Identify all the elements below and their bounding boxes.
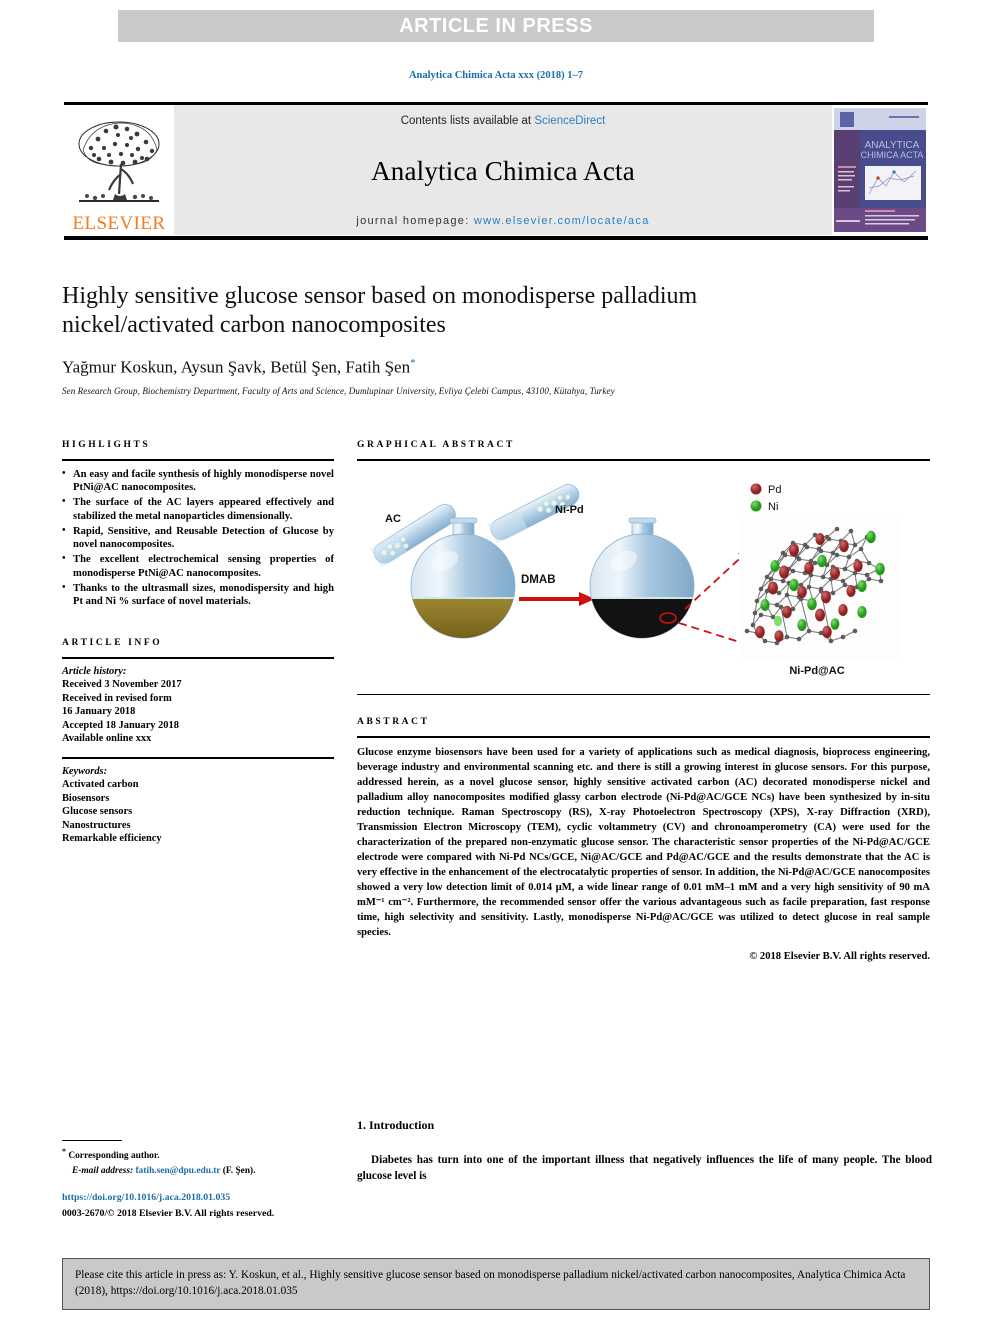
keyword-item: Nanostructures [62,819,131,831]
synthesis-scheme-diagram: AC Ni-Pd DMAB Pd Ni Ni-Pd@AC [370,483,899,677]
footnote-marker: * [62,1147,66,1156]
svg-text:CHIMICA ACTA: CHIMICA ACTA [861,150,924,160]
list-item: Thanks to the ultrasmall sizes, monodisp… [62,581,334,610]
article-history-block: Article history: Received 3 November 201… [62,665,334,746]
affiliation: Sen Research Group, Biochemistry Departm… [62,386,615,397]
flask-after [589,517,695,639]
legend-ni: Ni [750,500,778,513]
journal-homepage-line: journal homepage: www.elsevier.com/locat… [356,215,649,227]
list-item: Rapid, Sensitive, and Reusable Detection… [62,524,334,553]
history-line: Available online xxx [62,733,152,745]
introduction-heading: 1. Introduction [357,1118,435,1132]
article-info-section: ARTICLE INFO Article history: Received 3… [62,638,334,845]
highlights-rule [62,459,334,461]
keyword-item: Activated carbon [62,779,139,791]
article-info-rule [62,657,334,659]
contents-available-line: Contents lists available at ScienceDirec… [401,115,606,127]
svg-text:Ni: Ni [768,501,778,513]
homepage-prefix: journal homepage: [356,215,474,227]
corresponding-author-marker: * [410,356,416,369]
masthead-center: Contents lists available at ScienceDirec… [174,105,832,235]
abstract-rule [357,736,930,738]
title-block: Highly sensitive glucose sensor based on… [62,282,930,396]
introduction-body: Diabetes has turn into one of the import… [357,1154,932,1183]
abstract-copyright: © 2018 Elsevier B.V. All rights reserved… [749,950,930,962]
label-dmab: DMAB [521,574,556,586]
doi-link[interactable]: https://doi.org/10.1016/j.aca.2018.01.03… [62,1190,392,1206]
history-line: Received in revised form [62,692,172,704]
elsevier-logo: ELSEVIER [64,105,174,235]
history-line: Received 3 November 2017 [62,679,182,691]
keyword-item: Remarkable efficiency [62,833,162,845]
corresponding-author-note: * Corresponding author. [62,1146,352,1164]
keyword-item: Biosensors [62,792,110,804]
running-head: Analytica Chimica Acta xxx (2018) 1–7 [408,70,584,81]
history-line: Accepted 18 January 2018 [62,719,179,731]
left-column: HIGHLIGHTS An easy and facile synthesis … [62,440,334,846]
label-nipd: Ni-Pd [555,504,584,516]
highlights-list: An easy and facile synthesis of highly m… [62,467,334,610]
keywords-block: Keywords: Activated carbon Biosensors Gl… [62,765,334,846]
journal-title: Analytica Chimica Acta [371,155,635,186]
footnote-rule [62,1140,122,1142]
graphical-abstract-rule [357,459,930,461]
elsevier-tree-icon [78,121,160,202]
label-product: Ni-Pd@AC [789,665,844,677]
label-ac: AC [385,513,401,525]
elsevier-wordmark: ELSEVIER [72,213,166,234]
masthead-bottom-rule [64,236,928,240]
page-title: Highly sensitive glucose sensor based on… [62,283,698,339]
abstract-heading: ABSTRACT [357,717,430,728]
highlights-section: HIGHLIGHTS An easy and facile synthesis … [62,440,334,609]
highlights-heading: HIGHLIGHTS [62,440,151,450]
list-item: An easy and facile synthesis of highly m… [62,467,334,496]
email-suffix: (F. Şen). [222,1165,256,1176]
graphical-abstract-figure: AC Ni-Pd DMAB Pd Ni Ni-Pd@AC [357,473,930,688]
article-history-label: Article history: [62,665,127,677]
article-in-press-banner: ARTICLE IN PRESS [118,10,874,42]
journal-cover-image: ANALYTICA CHIMICA ACTA [834,108,926,232]
graphical-abstract-section: GRAPHICAL ABSTRACT AC Ni-Pd DMAB Pd Ni N… [357,440,930,696]
journal-cover-thumbnail: ANALYTICA CHIMICA ACTA [832,105,928,235]
list-item: The surface of the AC layers appeared ef… [62,495,334,524]
list-item: The excellent electrochemical sensing pr… [62,552,334,581]
reaction-arrow-icon [519,591,595,606]
footnote-block: * Corresponding author. E-mail address: … [62,1146,352,1178]
right-column: GRAPHICAL ABSTRACT AC Ni-Pd DMAB Pd Ni N… [357,440,930,962]
issn-copyright-line: 0003-2670/© 2018 Elsevier B.V. All right… [62,1207,275,1219]
email-label: E-mail address: [72,1165,134,1176]
article-in-press-label: ARTICLE IN PRESS [399,14,593,37]
doi-block: https://doi.org/10.1016/j.aca.2018.01.03… [62,1190,392,1221]
sciencedirect-link[interactable]: ScienceDirect [534,115,605,127]
author-list: Yağmur Koskun, Aysun Şavk, Betül Şen, Fa… [62,357,930,378]
keywords-rule [62,756,334,759]
abstract-section: ABSTRACT Glucose enzyme biosensors have … [357,717,930,962]
contents-prefix: Contents lists available at [400,115,535,127]
citation-box: Please cite this article in press as: Y.… [62,1258,930,1310]
journal-masthead: ELSEVIER Contents lists available at Sci… [64,105,928,235]
article-info-heading: ARTICLE INFO [62,638,163,649]
abstract-body: Glucose enzyme biosensors have been used… [357,746,931,939]
legend-pd: Pd [750,483,781,496]
journal-homepage-url[interactable]: www.elsevier.com/locate/aca [474,215,650,227]
corresponding-author-text: Corresponding author. [68,1151,160,1162]
keywords-label: Keywords: [62,765,108,777]
nanocomposite-structure [739,518,899,659]
email-note: E-mail address: fatih.sen@dpu.edu.tr (F.… [62,1164,352,1179]
graphical-abstract-heading: GRAPHICAL ABSTRACT [357,440,515,450]
email-link[interactable]: fatih.sen@dpu.edu.tr [136,1166,221,1176]
history-line: 16 January 2018 [62,706,136,718]
author-names: Yağmur Koskun, Aysun Şavk, Betül Şen, Fa… [62,357,411,377]
citation-text: Please cite this article in press as: Y.… [75,1269,906,1297]
keyword-item: Glucose sensors [62,806,133,818]
svg-text:Pd: Pd [768,484,781,496]
